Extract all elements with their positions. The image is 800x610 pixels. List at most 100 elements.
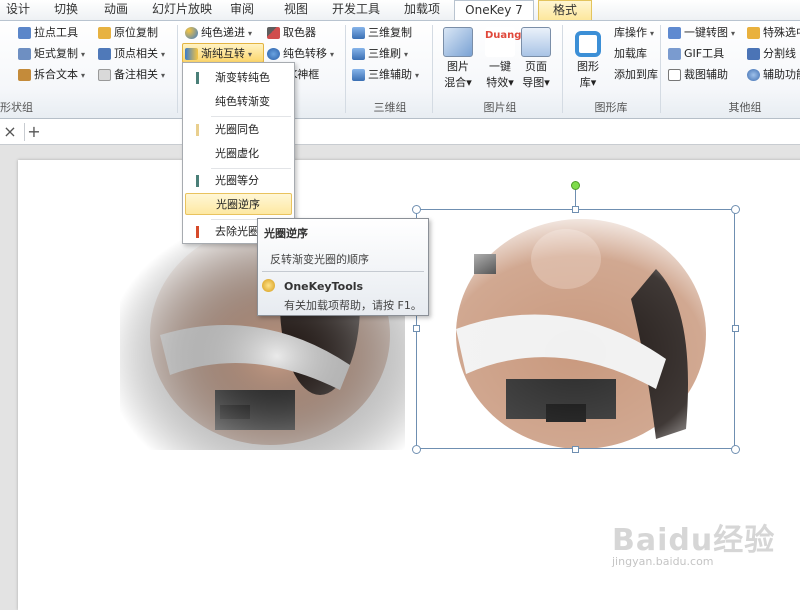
- tab-design[interactable]: 设计: [0, 0, 36, 20]
- tooltip-help-title: OneKeyTools: [284, 280, 364, 293]
- document-tab-strip: × +: [0, 119, 800, 145]
- split-text-button[interactable]: 拆合文本 ▾: [16, 65, 85, 85]
- picture-blend-button[interactable]: 图片 混合▾: [436, 27, 480, 91]
- add-tab-icon[interactable]: +: [24, 122, 44, 142]
- group-divider: [562, 25, 563, 113]
- menu-item-solid-to-gradient[interactable]: 纯色转渐变: [185, 91, 292, 113]
- picture-blend-label-1: 图片: [447, 60, 469, 73]
- picture-blend-label-2: 混合▾: [444, 76, 472, 89]
- menu-color-mark: [196, 72, 199, 84]
- vertex-icon: [98, 48, 111, 60]
- gradient-swap-icon: [185, 48, 198, 60]
- image-convert-icon: [668, 27, 681, 39]
- resize-handle-sw[interactable]: [412, 445, 421, 454]
- 3d-copy-button[interactable]: 三维复制: [350, 23, 412, 43]
- special-select-label: 特殊选中: [763, 26, 800, 39]
- group-label-shape: 形状组: [0, 101, 33, 114]
- tooltip-description: 反转渐变光圈的顺序: [270, 253, 369, 266]
- color-wheel-icon: [185, 27, 198, 39]
- close-icon[interactable]: ×: [0, 122, 20, 142]
- matrix-copy-button[interactable]: 矩式复制 ▾: [16, 44, 85, 64]
- special-select-icon: [747, 27, 760, 39]
- resize-handle-e[interactable]: [732, 325, 739, 332]
- 3d-assist-button[interactable]: 三维辅助 ▾: [350, 65, 419, 85]
- picture-stack-icon: [443, 27, 473, 57]
- resize-handle-n[interactable]: [572, 206, 579, 213]
- gradient-solid-toggle-button[interactable]: 渐纯互转 ▾: [182, 43, 264, 63]
- vertex-label: 顶点相关: [114, 47, 158, 60]
- resize-handle-se[interactable]: [731, 445, 740, 454]
- ribbon: ▾ ▾ ▾ 拉点工具 矩式复制▾ 拆合文本▾ 原位复制 顶点相关▾ 备注相关▾ …: [0, 20, 800, 119]
- one-click-effect-label-2-text: 特效: [486, 76, 509, 89]
- watermark: Baidu经验 jingyan.baidu.com: [612, 515, 775, 568]
- rotation-handle[interactable]: [571, 181, 580, 190]
- menu-item-stop-same-color[interactable]: 光圈同色: [185, 119, 292, 141]
- tab-view[interactable]: 视图: [276, 0, 316, 20]
- tab-animation[interactable]: 动画: [94, 0, 138, 20]
- tab-addins[interactable]: 加载项: [396, 0, 448, 20]
- 3d-brush-button[interactable]: 三维刷 ▾: [350, 44, 408, 64]
- gradient-solid-dropdown: 渐变转纯色 纯色转渐变 光圈同色 光圈虚化 光圈等分 光圈逆序 去除光圈: [182, 62, 295, 244]
- menu-color-mark: [196, 124, 199, 136]
- color-transfer-label: 纯色转移: [283, 47, 327, 60]
- notes-button[interactable]: 备注相关 ▾: [96, 65, 165, 85]
- assist-functions-label: 辅助功能: [763, 68, 800, 81]
- add-to-library-button[interactable]: 添加到库: [596, 65, 658, 85]
- menu-item-gradient-to-solid[interactable]: 渐变转纯色: [185, 67, 292, 89]
- vertex-button[interactable]: 顶点相关 ▾: [96, 44, 165, 64]
- menu-divider: [211, 116, 291, 117]
- gif-icon: [668, 48, 681, 60]
- library-ops-button[interactable]: 库操作 ▾: [596, 23, 654, 43]
- tooltip-divider: [262, 271, 424, 272]
- special-select-button[interactable]: 特殊选中: [745, 23, 800, 43]
- gif-tool-button[interactable]: GIF工具: [666, 44, 724, 64]
- resize-handle-nw[interactable]: [412, 205, 421, 214]
- 3d-copy-label: 三维复制: [368, 26, 412, 39]
- resize-handle-w[interactable]: [413, 325, 420, 332]
- eyedropper-icon: [267, 27, 280, 39]
- menu-color-mark: [196, 175, 199, 187]
- crop-assist-button[interactable]: 裁图辅助: [666, 65, 728, 85]
- one-click-to-image-button[interactable]: 一键转图 ▾: [666, 23, 735, 43]
- tab-transition[interactable]: 切换: [44, 0, 88, 20]
- tooltip-title: 光圈逆序: [264, 227, 308, 240]
- load-library-label: 加载库: [614, 47, 647, 60]
- color-picker-label: 取色器: [283, 26, 316, 39]
- menu-item-stop-blur[interactable]: 光圈虚化: [185, 143, 292, 165]
- tab-onekey[interactable]: OneKey 7: [454, 0, 534, 20]
- group-divider: [345, 25, 346, 113]
- crop-icon: [668, 69, 681, 81]
- tab-slideshow[interactable]: 幻灯片放映: [146, 0, 218, 20]
- resize-handle-s[interactable]: [572, 446, 579, 453]
- divider-line-button[interactable]: 分割线: [745, 44, 796, 64]
- duang-icon: Duang: [485, 27, 521, 57]
- load-library-button[interactable]: 加载库: [596, 44, 647, 64]
- menu-item-stop-reverse[interactable]: 光圈逆序: [185, 193, 292, 215]
- color-transfer-button[interactable]: 纯色转移 ▾: [265, 44, 334, 64]
- page-export-button[interactable]: 页面 导图▾: [514, 27, 558, 91]
- pull-point-tool-button[interactable]: 拉点工具: [16, 23, 78, 43]
- color-picker-button[interactable]: 取色器: [265, 23, 316, 43]
- notes-icon: [98, 69, 111, 81]
- color-transfer-icon: [267, 48, 280, 60]
- gradient-solid-toggle-label: 渐纯互转: [201, 47, 245, 60]
- tab-review[interactable]: 审阅: [222, 0, 262, 20]
- matrix-copy-icon: [18, 48, 31, 60]
- matrix-copy-label: 矩式复制: [34, 47, 78, 60]
- in-place-copy-button[interactable]: 原位复制: [96, 23, 158, 43]
- tab-developer[interactable]: 开发工具: [326, 0, 386, 20]
- menu-item-label: 光圈虚化: [215, 147, 259, 160]
- solid-progressive-button[interactable]: 纯色递进 ▾: [183, 23, 252, 43]
- resize-handle-ne[interactable]: [731, 205, 740, 214]
- menu-item-stop-equal[interactable]: 光圈等分: [185, 170, 292, 192]
- gif-tool-label: GIF工具: [684, 47, 725, 60]
- menu-item-label: 光圈同色: [215, 123, 259, 136]
- 3d-cube-icon: [352, 69, 365, 81]
- menu-item-label: 去除光圈: [215, 225, 259, 238]
- tooltip-help-text: 有关加载项帮助，请按 F1。: [284, 299, 422, 312]
- notes-label: 备注相关: [114, 68, 158, 81]
- assist-functions-button[interactable]: 辅助功能: [745, 65, 800, 85]
- tab-format[interactable]: 格式: [538, 0, 592, 20]
- page-export-label-1: 页面: [525, 60, 547, 73]
- menu-item-label: 纯色转渐变: [215, 95, 270, 108]
